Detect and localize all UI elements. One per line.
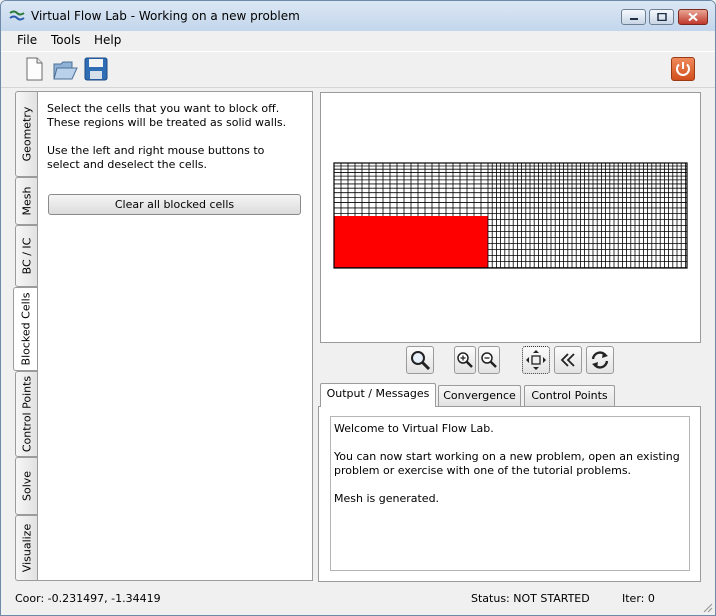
tab-bc-ic[interactable]: BC / IC xyxy=(15,225,37,287)
zoom-out-button[interactable] xyxy=(478,346,500,374)
menu-bar: File Tools Help xyxy=(1,31,715,51)
save-button[interactable] xyxy=(83,56,109,82)
open-folder-icon xyxy=(53,61,78,80)
pan-icon xyxy=(526,350,546,370)
tab-convergence[interactable]: Convergence xyxy=(438,385,521,406)
blocked-cells-panel: Select the cells that you want to block … xyxy=(37,91,313,581)
tab-geometry[interactable]: Geometry xyxy=(15,91,37,177)
menu-help[interactable]: Help xyxy=(94,33,121,47)
tab-solve[interactable]: Solve xyxy=(15,457,37,515)
tab-control-points-output[interactable]: Control Points xyxy=(524,385,615,406)
message-log[interactable]: Welcome to Virtual Flow Lab. You can now… xyxy=(330,416,690,571)
mesh-canvas[interactable] xyxy=(320,92,701,343)
tab-label: Blocked Cells xyxy=(19,292,32,366)
mesh-grid[interactable] xyxy=(321,93,700,342)
pan-button[interactable] xyxy=(522,346,550,374)
tab-control-points[interactable]: Control Points xyxy=(15,371,37,457)
rewind-button[interactable] xyxy=(554,346,582,374)
status-bar: Coor: -0.231497, -1.34419 Status: NOT ST… xyxy=(1,587,715,615)
message-line: Mesh is generated. xyxy=(334,492,440,505)
zoom-in-icon xyxy=(457,352,473,368)
resize-grip-icon[interactable] xyxy=(701,601,713,613)
menu-tools[interactable]: Tools xyxy=(51,33,81,47)
zoom-icon xyxy=(411,351,431,371)
output-panel: Welcome to Virtual Flow Lab. You can now… xyxy=(318,406,701,582)
tab-label: Geometry xyxy=(20,106,33,162)
instruction-select: Select the cells that you want to block … xyxy=(47,102,287,129)
zoom-in-button[interactable] xyxy=(454,346,476,374)
minimize-icon xyxy=(629,18,638,20)
tab-label: Visualize xyxy=(20,523,33,573)
message-line: Welcome to Virtual Flow Lab. xyxy=(334,422,494,435)
tab-label: Solve xyxy=(20,470,33,502)
app-window: Virtual Flow Lab - Working on a new prob… xyxy=(0,0,716,616)
coordinate-readout: Coor: -0.231497, -1.34419 xyxy=(15,592,161,605)
close-button[interactable] xyxy=(678,9,708,25)
clear-blocked-cells-button[interactable]: Clear all blocked cells xyxy=(48,194,301,215)
instruction-mouse: Use the left and right mouse buttons to … xyxy=(47,144,265,171)
left-tab-strip: Geometry Mesh BC / IC Blocked Cells Cont… xyxy=(13,91,37,581)
zoom-button[interactable] xyxy=(406,346,434,374)
close-icon xyxy=(688,12,698,22)
zoom-out-icon xyxy=(481,352,497,368)
tab-blocked-cells[interactable]: Blocked Cells xyxy=(13,287,37,371)
tab-visualize[interactable]: Visualize xyxy=(15,515,37,581)
refresh-button[interactable] xyxy=(586,346,614,374)
power-icon xyxy=(676,62,690,76)
window-title: Virtual Flow Lab - Working on a new prob… xyxy=(31,9,300,23)
blocked-region[interactable] xyxy=(334,216,488,268)
power-button[interactable] xyxy=(671,57,695,81)
solver-status: Status: NOT STARTED xyxy=(471,592,590,605)
refresh-icon xyxy=(591,351,609,369)
tab-label: Mesh xyxy=(20,186,33,216)
tab-mesh[interactable]: Mesh xyxy=(15,177,37,225)
tab-output-messages[interactable]: Output / Messages xyxy=(320,383,436,407)
new-file-button[interactable] xyxy=(21,56,47,82)
message-line: You can now start working on a new probl… xyxy=(334,450,680,477)
maximize-icon xyxy=(656,13,667,21)
rewind-icon xyxy=(560,353,575,367)
tab-label: BC / IC xyxy=(20,237,33,275)
maximize-button[interactable] xyxy=(649,9,674,25)
open-button[interactable] xyxy=(52,56,78,82)
title-bar[interactable]: Virtual Flow Lab - Working on a new prob… xyxy=(1,1,715,32)
iteration-count: Iter: 0 xyxy=(622,592,655,605)
tab-label: Control Points xyxy=(20,375,33,453)
toolbar xyxy=(1,51,715,88)
save-disk-icon xyxy=(84,57,108,81)
app-flow-icon xyxy=(9,10,25,21)
minimize-button[interactable] xyxy=(621,9,646,25)
menu-file[interactable]: File xyxy=(17,33,37,47)
new-file-icon xyxy=(26,57,43,81)
